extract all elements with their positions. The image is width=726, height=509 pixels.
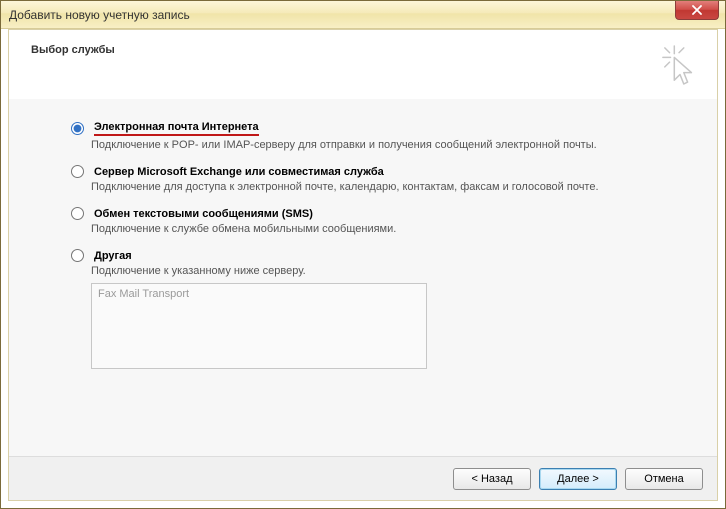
click-cursor-icon: [661, 44, 699, 86]
radio-sms[interactable]: [71, 207, 84, 220]
option-desc: Подключение к службе обмена мобильными с…: [91, 223, 697, 235]
option-exchange: Сервер Microsoft Exchange или совместима…: [71, 165, 697, 193]
body-area: Электронная почта Интернета Подключение …: [9, 99, 717, 459]
other-server-listbox[interactable]: Fax Mail Transport: [91, 283, 427, 369]
option-desc: Подключение к указанному ниже серверу.: [91, 265, 697, 277]
option-label: Обмен текстовыми сообщениями (SMS): [94, 208, 313, 220]
radio-exchange[interactable]: [71, 165, 84, 178]
option-desc: Подключение к POP- или IMAP-серверу для …: [91, 139, 697, 151]
listbox-item[interactable]: Fax Mail Transport: [98, 288, 420, 300]
option-desc: Подключение для доступа к электронной по…: [91, 181, 697, 193]
dialog-inner: Выбор службы Электронная почта Интернета: [8, 29, 718, 501]
option-row[interactable]: Обмен текстовыми сообщениями (SMS): [71, 207, 697, 220]
close-icon: [691, 5, 703, 15]
cancel-button[interactable]: Отмена: [625, 468, 703, 490]
page-title: Выбор службы: [31, 44, 695, 56]
header-area: Выбор службы: [9, 30, 717, 98]
window-title: Добавить новую учетную запись: [9, 8, 190, 22]
dialog-window: Добавить новую учетную запись Выбор служ…: [0, 0, 726, 509]
option-row[interactable]: Электронная почта Интернета: [71, 121, 697, 136]
option-other: Другая Подключение к указанному ниже сер…: [71, 249, 697, 369]
option-label: Сервер Microsoft Exchange или совместима…: [94, 166, 384, 178]
option-row[interactable]: Сервер Microsoft Exchange или совместима…: [71, 165, 697, 178]
option-internet-email: Электронная почта Интернета Подключение …: [71, 121, 697, 151]
footer: < Назад Далее > Отмена: [9, 456, 717, 500]
option-label: Электронная почта Интернета: [94, 121, 259, 136]
radio-internet-email[interactable]: [71, 122, 84, 135]
next-button[interactable]: Далее >: [539, 468, 617, 490]
option-label: Другая: [94, 250, 132, 262]
titlebar[interactable]: Добавить новую учетную запись: [1, 1, 725, 29]
option-sms: Обмен текстовыми сообщениями (SMS) Подкл…: [71, 207, 697, 235]
close-button[interactable]: [675, 1, 719, 20]
radio-other[interactable]: [71, 249, 84, 262]
back-button[interactable]: < Назад: [453, 468, 531, 490]
option-row[interactable]: Другая: [71, 249, 697, 262]
